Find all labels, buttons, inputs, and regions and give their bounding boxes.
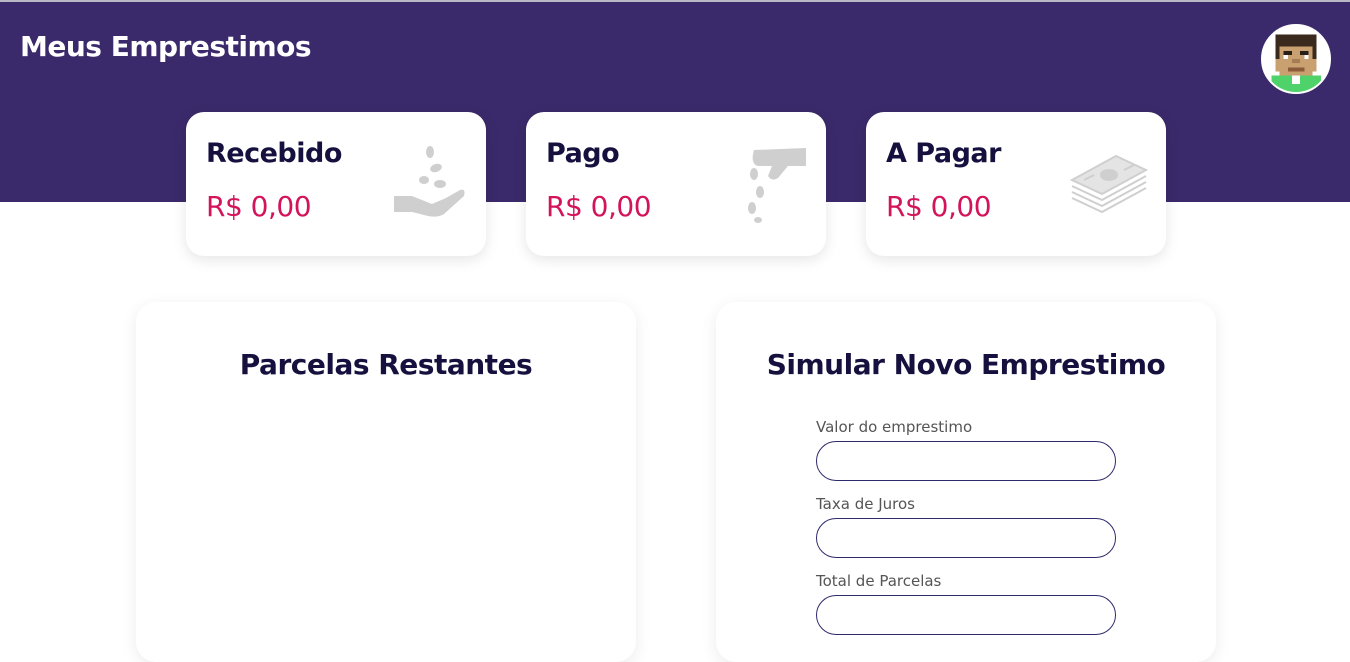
- page-title: Meus Emprestimos: [20, 30, 312, 63]
- installments-count-input[interactable]: [816, 595, 1116, 635]
- card-received: Recebido R$ 0,00: [186, 112, 486, 256]
- hand-receiving-coins-icon: [394, 146, 465, 217]
- card-label: A Pagar: [886, 138, 1001, 169]
- interest-rate-label: Taxa de Juros: [816, 495, 915, 513]
- money-stack-icon: [1069, 154, 1148, 214]
- loan-amount-input[interactable]: [816, 441, 1116, 481]
- card-value: R$ 0,00: [206, 190, 312, 223]
- card-label: Recebido: [206, 138, 342, 169]
- card-paid: Pago R$ 0,00: [526, 112, 826, 256]
- simulator-panel: Simular Novo Emprestimo Valor do emprest…: [716, 302, 1216, 662]
- card-to-pay: A Pagar R$ 0,00: [866, 112, 1166, 256]
- installments-count-label: Total de Parcelas: [816, 572, 942, 590]
- installments-title: Parcelas Restantes: [239, 348, 533, 381]
- hand-dropping-coins-icon: [748, 148, 806, 223]
- installments-panel: Parcelas Restantes: [136, 302, 636, 662]
- interest-rate-input[interactable]: [816, 518, 1116, 558]
- card-value: R$ 0,00: [546, 190, 652, 223]
- card-label: Pago: [546, 138, 620, 169]
- loan-amount-label: Valor do emprestimo: [816, 418, 973, 436]
- simulator-title: Simular Novo Emprestimo: [766, 348, 1166, 381]
- pixel-avatar-icon: [1263, 26, 1329, 92]
- card-value: R$ 0,00: [886, 190, 992, 223]
- user-avatar[interactable]: [1261, 24, 1331, 94]
